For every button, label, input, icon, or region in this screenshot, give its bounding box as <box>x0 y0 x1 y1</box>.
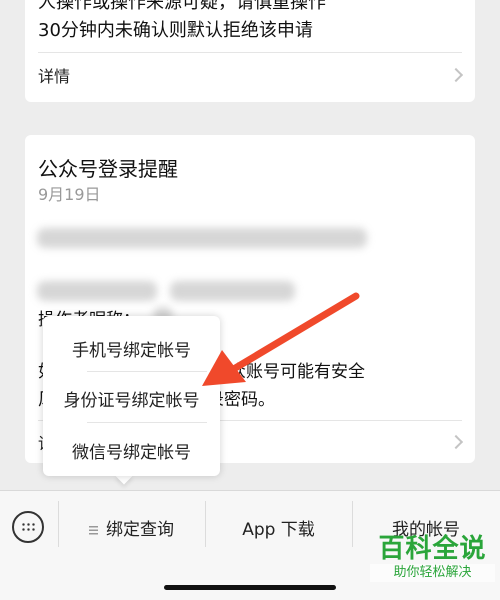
popup-separator <box>87 371 207 372</box>
popup-item-id-card-bind[interactable]: 身份证号绑定帐号 <box>43 386 220 411</box>
watermark-subtitle: 助你轻松解决 <box>370 564 495 582</box>
menu-item-app-download[interactable]: App 下载 <box>205 515 352 540</box>
prev-detail-link[interactable]: 详情 <box>38 63 70 87</box>
keyboard-keys <box>21 522 36 532</box>
menu-item-bind-query[interactable]: 绑定查询 <box>58 515 205 540</box>
notice-title: 公众号登录提醒 <box>38 157 178 181</box>
notice-sentence-1-suffix: 的公众账号可能有安全 <box>195 362 365 382</box>
watermark-title: 百科全说 <box>378 534 487 564</box>
blurred-text <box>37 228 367 248</box>
menu-lines-icon <box>89 525 98 535</box>
bind-query-popup-menu: 手机号绑定帐号 身份证号绑定帐号 微信号绑定帐号 <box>43 316 220 476</box>
blurred-text <box>37 281 157 301</box>
notice-date: 9月19日 <box>38 185 101 204</box>
previous-message-card: 人操作或操作来源可疑，请慎重操作 30分钟内未确认则默认拒绝该申请 详情 <box>25 0 475 102</box>
home-indicator[interactable] <box>164 585 336 590</box>
chevron-right-icon <box>448 67 464 83</box>
popup-item-wechat-bind[interactable]: 微信号绑定帐号 <box>43 438 220 463</box>
popup-separator <box>87 422 207 423</box>
prev-text-line-2: 30分钟内未确认则默认拒绝该申请 <box>38 20 313 41</box>
chevron-right-icon <box>448 434 464 450</box>
card-divider <box>38 52 462 53</box>
keyboard-icon[interactable] <box>12 511 44 543</box>
blurred-text <box>170 281 295 301</box>
prev-text-line-1: 人操作或操作来源可疑，请慎重操作 <box>38 0 326 13</box>
watermark-logo: 百科全说 助你轻松解决 <box>370 534 495 582</box>
popup-item-phone-bind[interactable]: 手机号绑定帐号 <box>43 336 220 361</box>
menu-item-label: 绑定查询 <box>106 520 174 540</box>
